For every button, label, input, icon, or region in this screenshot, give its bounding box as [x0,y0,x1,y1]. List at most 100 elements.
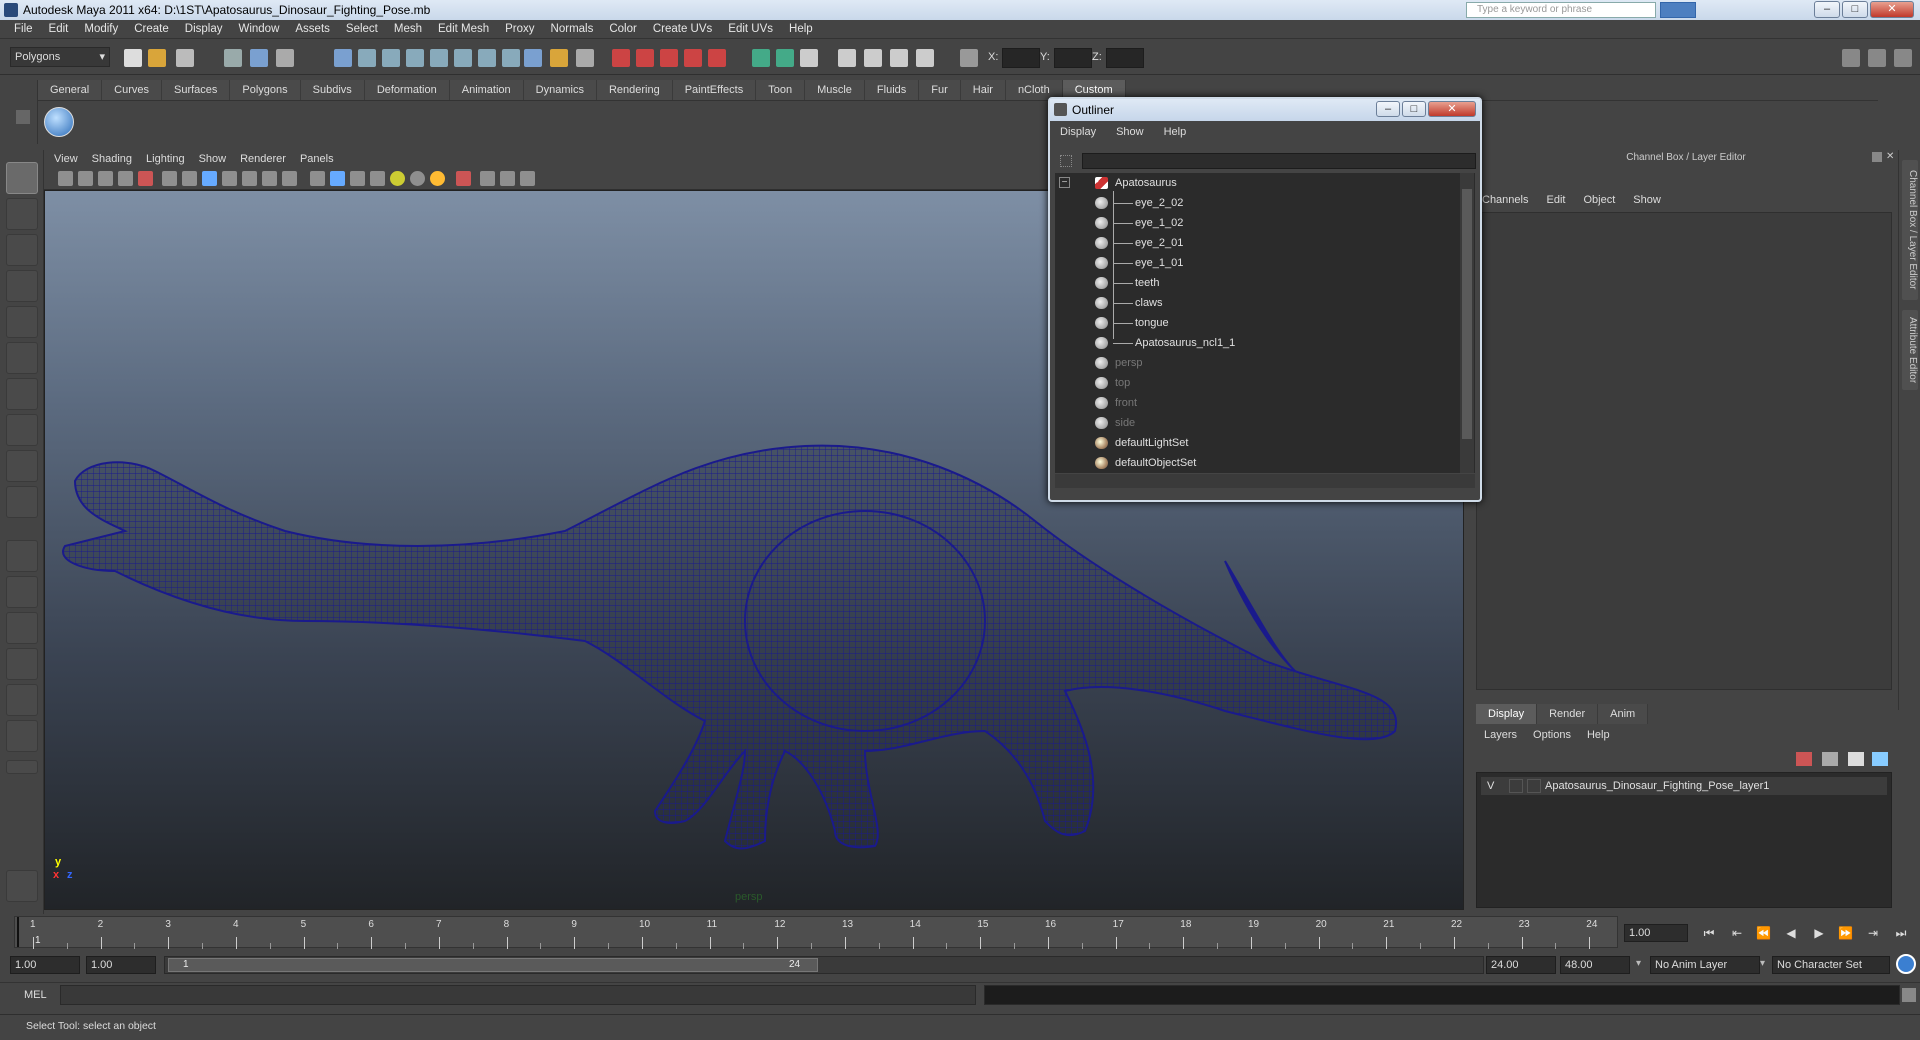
field-chart-icon[interactable] [242,171,257,186]
play-forwards-button[interactable]: ▶ [1812,926,1826,940]
lock-selection-icon[interactable] [550,49,568,67]
shelf-tab-subdivs[interactable]: Subdivs [300,80,365,100]
menu-set-dropdown[interactable]: Polygons ▾ [10,47,110,67]
toggle-channel-box-icon[interactable] [1894,49,1912,67]
layout-persp-outliner-icon[interactable] [6,612,38,644]
layer-color-swatch[interactable] [1527,779,1541,793]
menu-help[interactable]: Help [781,23,821,35]
shelf-tab-animation[interactable]: Animation [449,80,524,100]
menu-select[interactable]: Select [338,23,386,35]
menu-file[interactable]: File [6,23,41,35]
render-settings-icon[interactable] [916,49,934,67]
y-field[interactable] [1054,48,1092,68]
layer-move-up-icon[interactable] [1848,752,1864,766]
layout-hypershade-icon[interactable] [6,684,38,716]
snap-curve-icon[interactable] [636,49,654,67]
select-deformations-icon[interactable] [430,49,448,67]
layout-single-icon[interactable] [6,540,38,572]
menu-window[interactable]: Window [230,23,287,35]
step-forward-key-button[interactable]: ⇥ [1866,926,1880,940]
shelf-tab-fluids[interactable]: Fluids [864,80,920,100]
select-handles-icon[interactable] [334,49,352,67]
layer-row[interactable]: V Apatosaurus_Dinosaur_Fighting_Pose_lay… [1481,777,1887,795]
ipr-render-icon[interactable] [890,49,908,67]
snap-grid-icon[interactable] [612,49,630,67]
layer-tab-render[interactable]: Render [1537,704,1599,724]
cb-menu-object[interactable]: Object [1583,194,1615,206]
layout-persp-graph-hypergraph-icon[interactable] [6,720,38,752]
select-by-component-icon[interactable] [276,49,294,67]
wireframe-on-shaded-icon[interactable] [350,171,365,186]
character-set-dropdown[interactable]: No Character Set [1772,956,1890,974]
filter-toggle-icon[interactable] [1060,155,1072,167]
xray-icon[interactable] [480,171,495,186]
share-icon[interactable] [520,171,535,186]
soft-modification-icon[interactable] [6,414,38,446]
last-tool-icon[interactable] [6,486,38,518]
select-by-object-icon[interactable] [250,49,268,67]
select-curves-icon[interactable] [382,49,400,67]
shelf-tab-rendering[interactable]: Rendering [596,80,673,100]
shelf-tab-hair[interactable]: Hair [960,80,1006,100]
outliner-horizontal-scrollbar[interactable] [1055,474,1475,488]
gate-mask-icon[interactable] [222,171,237,186]
highlight-selection-icon[interactable] [576,49,594,67]
float-panel-icon[interactable] [1872,152,1882,162]
new-layer-icon[interactable] [1796,752,1812,766]
outliner-menu-show[interactable]: Show [1116,126,1144,138]
isolate-select-icon[interactable] [456,171,471,186]
menu-create-uvs[interactable]: Create UVs [645,23,720,35]
x-field[interactable] [1002,48,1040,68]
current-time-indicator[interactable] [17,917,19,947]
vp-menu-shading[interactable]: Shading [92,153,132,165]
close-button[interactable]: ✕ [1870,1,1914,18]
xray-joints-icon[interactable] [500,171,515,186]
layer-menu-options[interactable]: Options [1533,729,1571,741]
move-tool-icon[interactable] [6,270,38,302]
new-layer-selected-icon[interactable] [1822,752,1838,766]
vp-menu-lighting[interactable]: Lighting [146,153,185,165]
transform-mode-icon[interactable] [960,49,978,67]
menu-normals[interactable]: Normals [543,23,602,35]
layer-tab-display[interactable]: Display [1476,704,1538,724]
menu-edit[interactable]: Edit [41,23,77,35]
go-to-end-button[interactable]: ⏭ [1894,926,1908,940]
outliner-menu-help[interactable]: Help [1164,126,1187,138]
checkmark-shelf-icon[interactable] [44,107,74,137]
side-tab-attribute-editor[interactable]: Attribute Editor [1902,310,1918,390]
z-field[interactable] [1106,48,1144,68]
open-scene-icon[interactable] [148,49,166,67]
step-back-key-button[interactable]: ⇤ [1730,926,1744,940]
outliner-scroll-thumb[interactable] [1462,189,1472,439]
script-editor-icon[interactable] [1902,988,1916,1002]
layer-menu-help[interactable]: Help [1587,729,1610,741]
lasso-tool-icon[interactable] [6,198,38,230]
grid-icon[interactable] [162,171,177,186]
cb-menu-edit[interactable]: Edit [1546,194,1565,206]
vp-menu-panels[interactable]: Panels [300,153,334,165]
layer-tab-anim[interactable]: Anim [1598,704,1649,724]
layer-type-toggle[interactable] [1509,779,1523,793]
rotate-tool-icon[interactable] [6,306,38,338]
universal-manipulator-icon[interactable] [6,378,38,410]
range-slider-handle[interactable]: 1 24 [168,958,818,972]
shelf-tab-muscle[interactable]: Muscle [805,80,865,100]
select-by-hierarchy-icon[interactable] [224,49,242,67]
auto-key-icon[interactable] [1896,954,1916,974]
side-tab-channel-box[interactable]: Channel Box / Layer Editor [1902,160,1918,300]
render-current-frame-icon[interactable] [864,49,882,67]
make-live-icon[interactable] [708,49,726,67]
time-slider[interactable]: 1 2 3 4 5 6 7 8 9 10 11 12 13 14 15 16 17 18 19 20 21 22 23 24 … [14,916,1618,949]
menu-edit-uvs[interactable]: Edit UVs [720,23,781,35]
outliner-minimize-button[interactable]: – [1376,101,1400,117]
save-scene-icon[interactable] [176,49,194,67]
film-gate-icon[interactable] [182,171,197,186]
shelf-tab-deformation[interactable]: Deformation [364,80,450,100]
use-all-lights-icon[interactable] [390,171,405,186]
layout-options-icon[interactable] [6,760,38,774]
anim-layer-dropdown[interactable]: No Anim Layer [1650,956,1760,974]
step-forward-frame-button[interactable]: ⏩ [1838,926,1853,940]
textured-icon[interactable] [370,171,385,186]
select-surfaces-icon[interactable] [406,49,424,67]
construction-history-icon[interactable] [800,49,818,67]
